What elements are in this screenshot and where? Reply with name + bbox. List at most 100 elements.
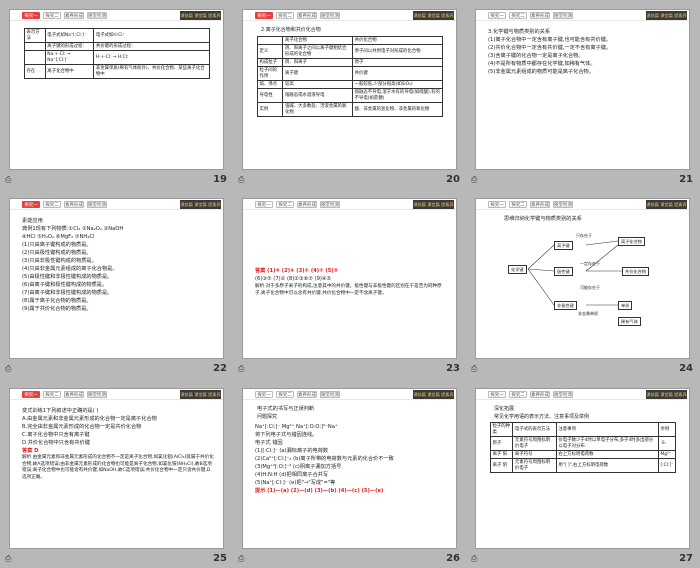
tab-explore-2[interactable]: 探究二 <box>43 12 61 19</box>
slide-thumbnail[interactable]: 探究一 探究二 素养形成 随堂检测 课前篇 课堂篇 提素养 思维归纳化学键与物质类别的关系… <box>475 198 690 359</box>
tab-explore-2[interactable]: 探究二 <box>43 201 61 208</box>
slide-text-block: 3.化学键与物质类别的关系 (1)离子化合物中一定含有离子键,也可能含有共价键。 (… <box>488 28 680 76</box>
diagram-node-nonpolar: 非极性键 <box>554 301 577 310</box>
table-cell: 共价化合物 <box>352 36 443 45</box>
tab-explore-1[interactable]: 探究一 <box>22 12 40 19</box>
slide-doc-icon: ⎙ <box>5 175 12 184</box>
text-line: (3)Mg⁺²[:O:]⁻² (c)阴离子漏加方括号 <box>255 464 342 470</box>
table-cell: 离子符号 <box>512 450 557 459</box>
slide-cell[interactable]: 探究一 探究二 素养形成 随堂检测 课前篇 课堂篇 提素养 变式训练1下列叙述中正确的是(… <box>0 379 233 568</box>
slide-text-block: 素能应用 典例1现有下列物质:①Cl₂ ②Na₂O₂ ③NaOH ④HCl ⑤H₂O… <box>22 217 214 313</box>
text-line: B.完全由非金属元素形成的化合物一定是共价化合物 <box>22 424 142 430</box>
slide-number: 27 <box>679 553 693 564</box>
slide-cell[interactable]: 探究一 探究二 素养形成 随堂检测 课前篇 课堂篇 提素养 答案 (1)⑥ (2)④ (3… <box>233 189 466 378</box>
brand-badge: 课前篇 课堂篇 提素养 <box>413 390 454 399</box>
slide-thumbnail[interactable]: 探究一 探究二 素养形成 随堂检测 课前篇 课堂篇 提素养 3.化学键与物质类别的关系 (1… <box>475 9 690 170</box>
text-line: (7)由离子键和非极性键构成的物质是。 <box>22 290 113 296</box>
table-row: 离子化合物 共价化合物 <box>256 36 443 45</box>
text-line: (4)H:N:H (d)把相同离子合并写 <box>255 472 329 478</box>
tab-quiz[interactable]: 随堂检测 <box>87 201 107 208</box>
slide-topbar: 探究一 探究二 素养形成 随堂检测 课前篇 课堂篇 提素养 <box>476 199 689 210</box>
tab-explore-1[interactable]: 探究一 <box>22 391 40 398</box>
table-cell: 熔、沸点 <box>256 80 284 89</box>
table-cell: 离子键的形成过程： <box>44 42 95 51</box>
brand-badge: 课前篇 课堂篇 提素养 <box>646 11 687 20</box>
tab-explore-2[interactable]: 探究二 <box>276 201 294 208</box>
table-cell: 熔融态或水溶液导电 <box>282 88 354 103</box>
tab-literacy[interactable]: 素养形成 <box>64 201 84 208</box>
table-cell: 定义 <box>256 44 284 59</box>
diagram-node-covalent_cmp: 共价化合物 <box>622 267 649 276</box>
tab-literacy[interactable]: 素养形成 <box>530 391 550 398</box>
answer-line: 答案 (1)⑥ (2)④ (3)① (4)⑦ (5)⑤ <box>255 268 339 274</box>
table-row: 存在 离子化合物中 非金属单质(稀有气体除外)、共价化合物、某些离子化合物中 <box>24 64 210 79</box>
table-row: 导电性 熔融态或水溶液导电 熔融态不导电,溶于水有的导电(如硫酸),有的不导电(如蔗… <box>256 88 443 103</box>
table-cell: 强碱、大多数盐、活泼金属的氧化物 <box>282 102 354 117</box>
tab-quiz[interactable]: 随堂检测 <box>87 391 107 398</box>
table-cell: 原子 <box>352 58 443 67</box>
slide-topbar: 探究一 探究二 素养形成 随堂检测 课前篇 课堂篇 提素养 <box>10 199 223 210</box>
table-cell <box>24 50 46 65</box>
slide-thumbnail[interactable]: 探究一 探究二 素养形成 随堂检测 课前篇 课堂篇 提素养 深化拓展 常见化学用语的表示方法… <box>475 388 690 549</box>
slide-thumbnail[interactable]: 探究一 探究二 素养形成 随堂检测 课前篇 课堂篇 提素养 电子式的书写与正误判断 问题探究… <box>242 388 457 549</box>
table-cell: 熔融态不导电,溶于水有的导电(如硫酸),有的不导电(如蔗糖) <box>352 88 443 103</box>
table-cell: 共价键 <box>352 66 443 81</box>
slide-doc-icon: ⎙ <box>471 364 478 373</box>
tab-literacy[interactable]: 素养形成 <box>64 12 84 19</box>
tab-explore-2[interactable]: 探究二 <box>509 12 527 19</box>
slide-thumbnail[interactable]: 探究一 探究二 素养形成 随堂检测 课前篇 课堂篇 提素养 表示方法 电子式如Na⁺[:Cl… <box>9 9 224 170</box>
tab-literacy[interactable]: 素养形成 <box>64 391 84 398</box>
tab-quiz[interactable]: 随堂检测 <box>87 12 107 19</box>
tab-explore-1[interactable]: 探究一 <box>22 201 40 208</box>
tab-quiz[interactable]: 随堂检测 <box>553 391 573 398</box>
text-line: (5)非金属元素组成的物质可能是离子化合物。 <box>488 69 594 75</box>
slide-thumbnail[interactable]: 探究一 探究二 素养形成 随堂检测 课前篇 课堂篇 提素养 2.离子化合物和共价化合物 离子… <box>242 9 457 170</box>
tab-quiz[interactable]: 随堂检测 <box>320 201 340 208</box>
tab-explore-2[interactable]: 探究二 <box>509 391 527 398</box>
slide-cell[interactable]: 探究一 探究二 素养形成 随堂检测 课前篇 课堂篇 提素养 思维归纳化学键与物质类别的关系… <box>466 189 699 378</box>
slide-topbar: 探究一 探究二 素养形成 随堂检测 课前篇 课堂篇 提素养 <box>476 389 689 400</box>
tab-literacy[interactable]: 素养形成 <box>530 201 550 208</box>
table-cell: 元素符号周围标明价电子 <box>512 458 557 473</box>
tab-literacy[interactable]: 素养形成 <box>297 391 317 398</box>
tab-literacy[interactable]: 素养形成 <box>297 201 317 208</box>
table-cell: 阴、阳离子之间以离子键相结合形成的化合物 <box>282 44 354 59</box>
diagram-node-ionic: 离子键 <box>554 241 573 250</box>
text-line: ④HCl ⑤H₂O₂ ⑥MgF₂ ⑦NH₄Cl <box>22 234 95 240</box>
text-line: (8)属于离子化合物的物质是。 <box>22 298 92 304</box>
text-line: 素能应用 <box>22 218 43 224</box>
slide-number: 25 <box>213 553 227 564</box>
tab-explore-1[interactable]: 探究一 <box>255 12 273 19</box>
tab-literacy[interactable]: 素养形成 <box>297 12 317 19</box>
table-cell: 较高 <box>282 80 354 89</box>
slide-thumbnail[interactable]: 探究一 探究二 素养形成 随堂检测 课前篇 课堂篇 提素养素能应用 典例1现有下列物质:①… <box>9 198 224 359</box>
slide-cell[interactable]: 探究一 探究二 素养形成 随堂检测 课前篇 课堂篇 提素养 电子式的书写与正误判断 问题探究… <box>233 379 466 568</box>
tab-explore-1[interactable]: 探究一 <box>488 12 506 19</box>
tab-explore-1[interactable]: 探究一 <box>255 391 273 398</box>
slide-cell[interactable]: 探究一 探究二 素养形成 随堂检测 课前篇 课堂篇 提素养素能应用 典例1现有下列物质:①… <box>0 189 233 378</box>
slide-cell[interactable]: 探究一 探究二 素养形成 随堂检测 课前篇 课堂篇 提素养 3.化学键与物质类别的关系 (1… <box>466 0 699 189</box>
slide-thumbnail[interactable]: 探究一 探究二 素养形成 随堂检测 课前篇 课堂篇 提素养 答案 (1)⑥ (2)④ (3… <box>242 198 457 359</box>
tab-quiz[interactable]: 随堂检测 <box>553 12 573 19</box>
slide-thumbnail[interactable]: 探究一 探究二 素养形成 随堂检测 课前篇 课堂篇 提素养 变式训练1下列叙述中正确的是(… <box>9 388 224 549</box>
tab-explore-1[interactable]: 探究一 <box>488 391 506 398</box>
slide-cell[interactable]: 探究一 探究二 素养形成 随堂检测 课前篇 课堂篇 提素养 表示方法 电子式如Na⁺[:Cl… <box>0 0 233 189</box>
tab-quiz[interactable]: 随堂检测 <box>320 12 340 19</box>
tab-explore-1[interactable]: 探究一 <box>255 201 273 208</box>
tab-explore-2[interactable]: 探究二 <box>276 391 294 398</box>
tab-literacy[interactable]: 素养形成 <box>530 12 550 19</box>
tab-explore-2[interactable]: 探究二 <box>276 12 294 19</box>
tab-quiz[interactable]: 随堂检测 <box>553 201 573 208</box>
brand-badge: 课前篇 课堂篇 提素养 <box>180 11 221 20</box>
slide-topbar: 探究一 探究二 素养形成 随堂检测 课前篇 课堂篇 提素养 <box>476 10 689 21</box>
tab-explore-1[interactable]: 探究一 <box>488 201 506 208</box>
table-cell: 离子键 <box>282 66 354 81</box>
slide-cell[interactable]: 探究一 探究二 素养形成 随堂检测 课前篇 课堂篇 提素养 深化拓展 常见化学用语的表示方法… <box>466 379 699 568</box>
tab-quiz[interactable]: 随堂检测 <box>320 391 340 398</box>
analysis-text: 解析 对于多原子离子的构成,注意其中的共价键。极性键与非极性键的区别在于是否为同… <box>255 284 442 296</box>
text-line: (2)只由极性键构成的物质是。 <box>22 250 92 256</box>
table-cell: Na·+·Cl: → Na⁺[:Cl:]⁻ <box>44 50 95 65</box>
tab-explore-2[interactable]: 探究二 <box>43 391 61 398</box>
tab-explore-2[interactable]: 探究二 <box>509 201 527 208</box>
slide-cell[interactable]: 探究一 探究二 素养形成 随堂检测 课前篇 课堂篇 提素养 2.离子化合物和共价化合物 离子… <box>233 0 466 189</box>
